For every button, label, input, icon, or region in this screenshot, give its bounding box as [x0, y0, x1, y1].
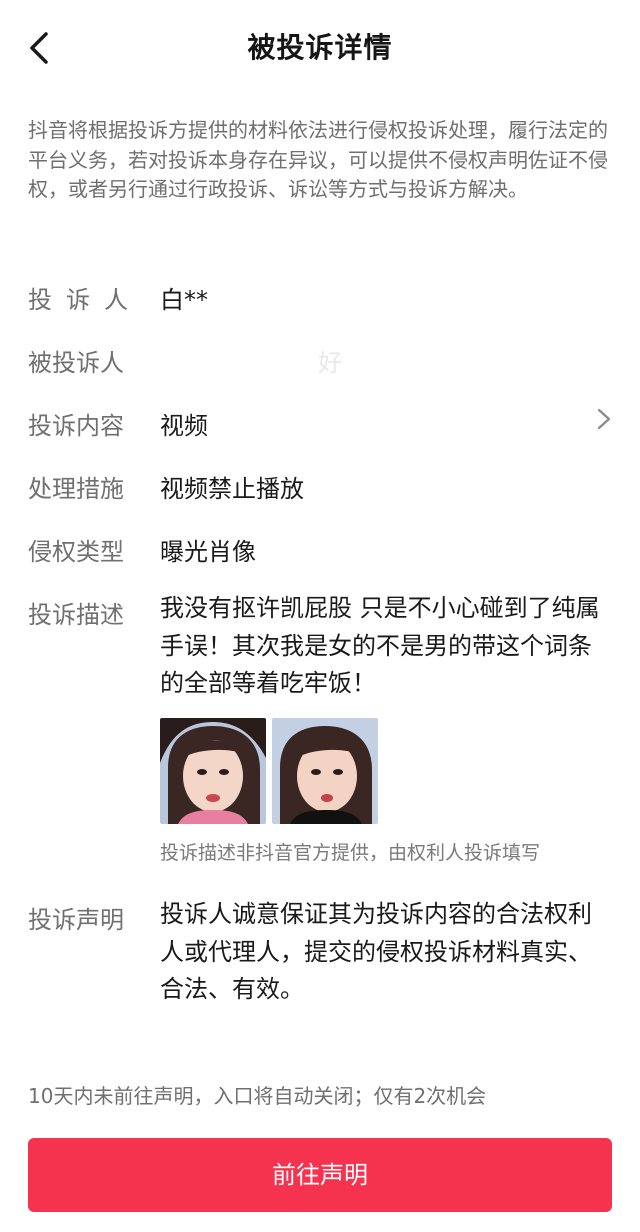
statement-label: 投诉声明: [28, 906, 124, 934]
description-disclaimer: 投诉描述非抖音官方提供，由权利人投诉填写: [160, 842, 541, 864]
go-statement-button[interactable]: 前往声明: [28, 1138, 612, 1212]
content-value: 视频: [160, 412, 208, 440]
evidence-image-1[interactable]: [160, 718, 266, 824]
notice-text: 抖音将根据投诉方提供的材料依法进行侵权投诉处理，履行法定的平台义务，若对投诉本身…: [28, 118, 608, 201]
chevron-right-icon: [597, 408, 611, 430]
evidence-image-2[interactable]: [272, 718, 378, 824]
statement-text: 投诉人诚意保证其为投诉内容的合法权利人或代理人，提交的侵权投诉材料真实、合法、有…: [160, 900, 592, 1003]
measure-label: 处理措施: [28, 475, 124, 503]
type-value: 曝光肖像: [160, 538, 256, 566]
page-title: 被投诉详情: [247, 31, 393, 64]
description-text: 我没有抠许凯屁股 只是不小心碰到了纯属手误！其次我是女的不是男的带这个词条的全部…: [160, 594, 600, 697]
header: 被投诉详情: [0, 0, 640, 96]
respondent-label: 被投诉人: [28, 349, 124, 377]
complainant-label: 投诉人: [28, 286, 142, 314]
respondent-value: 好: [318, 349, 342, 377]
type-label: 侵权类型: [28, 538, 124, 566]
footer-note: 10天内未前往声明，入口将自动关闭；仅有2次机会: [28, 1084, 487, 1108]
measure-value: 视频禁止播放: [160, 475, 304, 503]
description-label: 投诉描述: [28, 601, 124, 629]
complainant-value: 白**: [160, 286, 208, 314]
content-label: 投诉内容: [28, 412, 124, 440]
